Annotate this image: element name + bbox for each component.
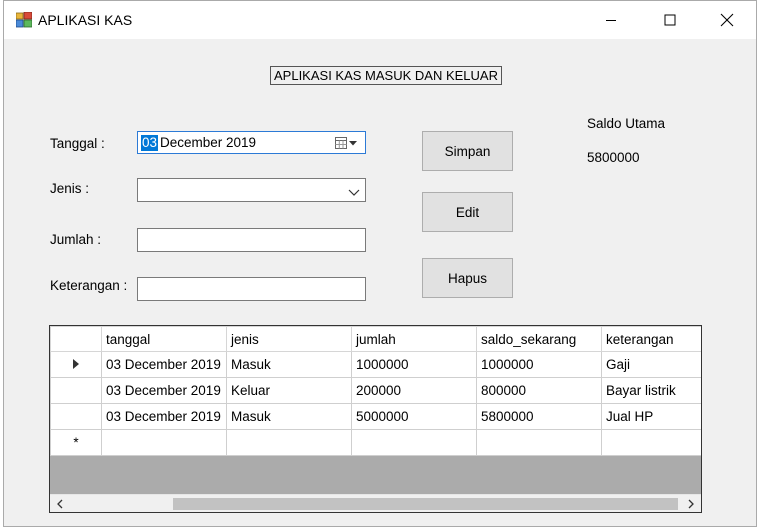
cell-keterangan[interactable]: Gaji	[601, 351, 701, 378]
row-header[interactable]	[50, 377, 102, 404]
column-header-tanggal[interactable]: tanggal	[101, 326, 227, 352]
grid-table: tanggal jenis jumlah saldo_sekarang kete…	[50, 326, 701, 456]
row-header-current[interactable]	[50, 351, 102, 378]
scroll-left-icon[interactable]	[52, 496, 68, 512]
grid-corner-cell[interactable]	[50, 326, 102, 352]
close-button[interactable]	[704, 1, 750, 39]
close-icon	[720, 13, 734, 27]
cell-tanggal[interactable]	[101, 429, 227, 456]
new-row-header[interactable]: *	[50, 429, 102, 456]
cell-saldo-sekarang[interactable]: 5800000	[476, 403, 602, 430]
date-month-year: December 2019	[160, 135, 257, 150]
cell-jumlah[interactable]: 1000000	[351, 351, 477, 378]
window-title: APLIKASI KAS	[38, 12, 133, 28]
jenis-label: Jenis :	[50, 181, 90, 196]
table-row[interactable]: 03 December 2019 Keluar 200000 800000 Ba…	[50, 377, 701, 404]
cell-jumlah[interactable]: 5000000	[351, 403, 477, 430]
column-header-saldo-sekarang[interactable]: saldo_sekarang	[476, 326, 602, 352]
title-bar: APLIKASI KAS	[4, 1, 756, 39]
keterangan-input[interactable]	[137, 277, 366, 301]
cell-jumlah[interactable]	[351, 429, 477, 456]
cell-saldo-sekarang[interactable]	[476, 429, 602, 456]
row-header[interactable]	[50, 403, 102, 430]
current-row-arrow-icon	[73, 359, 79, 369]
edit-button[interactable]: Edit	[422, 192, 513, 232]
cell-jenis[interactable]	[226, 429, 352, 456]
cell-jumlah[interactable]: 200000	[351, 377, 477, 404]
new-row-marker: *	[73, 435, 79, 450]
horizontal-scrollbar[interactable]	[50, 494, 701, 512]
saldo-utama-value: 5800000	[587, 150, 640, 165]
cell-tanggal[interactable]: 03 December 2019	[101, 377, 227, 404]
jenis-combobox[interactable]	[137, 178, 366, 202]
maximize-icon	[664, 14, 676, 26]
data-grid[interactable]: tanggal jenis jumlah saldo_sekarang kete…	[49, 325, 702, 513]
minimize-icon	[606, 20, 616, 21]
saldo-utama-label: Saldo Utama	[587, 116, 666, 131]
scroll-right-icon[interactable]	[683, 496, 699, 512]
calendar-dropdown-icon[interactable]	[335, 136, 359, 150]
table-row[interactable]: 03 December 2019 Masuk 1000000 1000000 G…	[50, 351, 701, 378]
app-icon	[15, 11, 33, 28]
grid-header-row: tanggal jenis jumlah saldo_sekarang kete…	[50, 326, 701, 352]
scrollbar-thumb[interactable]	[173, 498, 678, 510]
form-header-label: APLIKASI KAS MASUK DAN KELUAR	[270, 66, 502, 85]
column-header-jenis[interactable]: jenis	[226, 326, 352, 352]
cell-jenis[interactable]: Masuk	[226, 351, 352, 378]
hapus-button[interactable]: Hapus	[422, 258, 513, 298]
date-day-selected: 03	[141, 135, 159, 151]
simpan-button[interactable]: Simpan	[422, 131, 513, 171]
new-row[interactable]: *	[50, 429, 701, 456]
tanggal-label: Tanggal :	[50, 136, 105, 151]
column-header-jumlah[interactable]: jumlah	[351, 326, 477, 352]
cell-saldo-sekarang[interactable]: 800000	[476, 377, 602, 404]
cell-jenis[interactable]: Masuk	[226, 403, 352, 430]
table-row[interactable]: 03 December 2019 Masuk 5000000 5800000 J…	[50, 403, 701, 430]
cell-keterangan[interactable]: Jual HP	[601, 403, 701, 430]
column-header-keterangan[interactable]: keterangan	[601, 326, 701, 352]
keterangan-label: Keterangan :	[50, 278, 128, 293]
minimize-button[interactable]	[588, 1, 634, 39]
cell-keterangan[interactable]	[601, 429, 701, 456]
maximize-button[interactable]	[647, 1, 693, 39]
cell-tanggal[interactable]: 03 December 2019	[101, 351, 227, 378]
chevron-down-icon	[348, 185, 360, 196]
cell-jenis[interactable]: Keluar	[226, 377, 352, 404]
jumlah-label: Jumlah :	[50, 232, 102, 247]
app-window: APLIKASI KAS APLIKASI KAS MASUK DAN KELU…	[3, 0, 757, 527]
cell-keterangan[interactable]: Bayar listrik	[601, 377, 701, 404]
cell-tanggal[interactable]: 03 December 2019	[101, 403, 227, 430]
cell-saldo-sekarang[interactable]: 1000000	[476, 351, 602, 378]
jumlah-input[interactable]	[137, 228, 366, 252]
tanggal-date-picker[interactable]: 03 December 2019	[137, 131, 366, 154]
